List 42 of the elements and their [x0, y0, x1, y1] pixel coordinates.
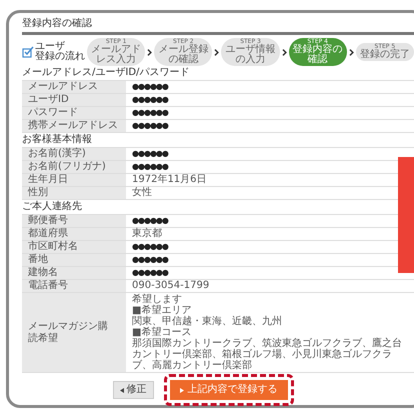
field-value: ■希望コース	[132, 327, 192, 338]
page-title: 登録内容の確認	[22, 18, 92, 29]
field-label: 電話番号	[22, 280, 126, 292]
field-label: 市区町村名	[22, 241, 126, 253]
field-value: 東京都	[132, 228, 162, 240]
flow-label: 登録の流れ	[35, 52, 85, 62]
flow-label: ユーザ	[35, 42, 65, 52]
field-label: お名前(フリガナ)	[22, 161, 126, 173]
field-label: メールマガジン購読希望	[28, 320, 109, 344]
masked-value: ●●●●●●	[132, 148, 168, 160]
section-heading: ご本人連絡先	[22, 201, 82, 213]
field-value: ■希望エリア	[132, 305, 192, 316]
field-label: 生年月日	[22, 174, 126, 186]
submit-button[interactable]: 上記内容で登録する	[170, 380, 288, 400]
field-label: ユーザID	[22, 94, 126, 106]
masked-value: ●●●●●●	[132, 254, 168, 266]
field-label: 郵便番号	[22, 215, 126, 227]
section-heading: メールアドレス/ユーザID/パスワード	[22, 67, 190, 79]
field-value: 090-3054-1799	[132, 280, 210, 292]
back-button[interactable]: 修正	[112, 381, 154, 399]
field-value: 女性	[132, 187, 152, 199]
masked-value: ●●●●●●	[132, 215, 168, 227]
field-label: 性別	[22, 187, 126, 199]
section-heading: お客様基本情報	[22, 134, 92, 146]
field-value: 希望します	[132, 294, 182, 305]
masked-value: ●●●●●●	[132, 241, 168, 253]
field-value: 関東、甲信越・東海、近畿、九州	[132, 316, 282, 327]
field-label: 都道府県	[22, 228, 126, 240]
masked-value: ●●●●●●	[132, 94, 168, 106]
field-label: 番地	[22, 254, 126, 266]
masked-value: ●●●●●●	[132, 267, 168, 279]
field-label: パスワード	[22, 107, 126, 119]
field-value: 那須国際カントリークラブ、筑波東急ゴルフクラブ、鷹之台カントリー倶楽部、箱根ゴルフ場、小見川東急ゴルフクラブ、高麗カントリー倶楽部	[132, 338, 403, 371]
masked-value: ●●●●●●	[132, 81, 168, 93]
field-label: 建物名	[22, 267, 126, 279]
field-label: お名前(漢字)	[22, 148, 126, 160]
field-value: 1972年11月6日	[132, 174, 207, 186]
masked-value: ●●●●●●	[132, 107, 168, 119]
field-label: 携帯メールアドレス	[22, 120, 126, 132]
masked-value: ●●●●●●	[132, 120, 168, 132]
field-label: メールアドレス	[22, 81, 126, 93]
masked-value: ●●●●●●	[132, 161, 168, 173]
